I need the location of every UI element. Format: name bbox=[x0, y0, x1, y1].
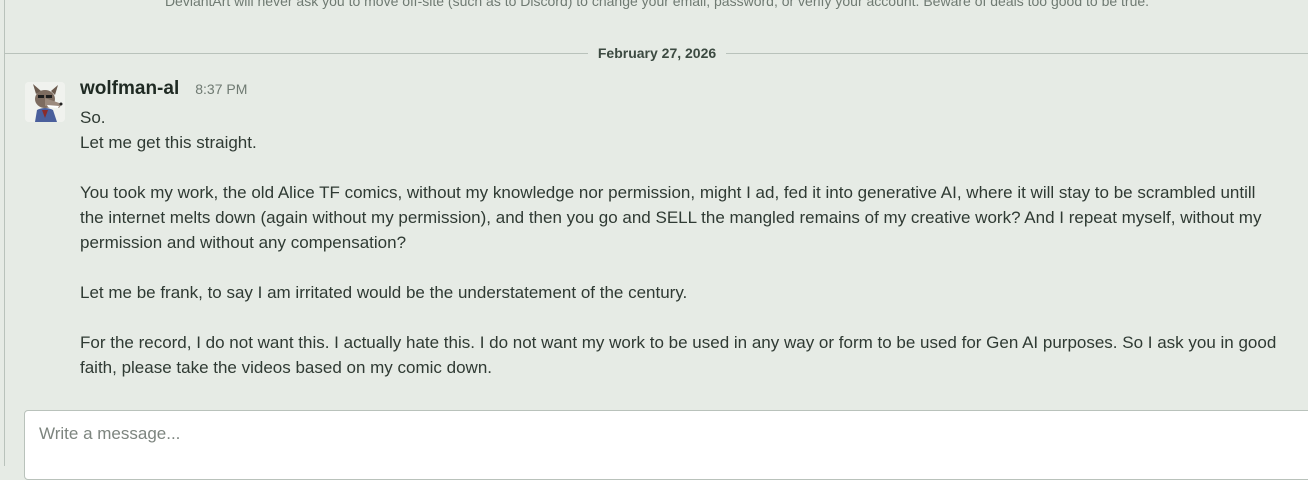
date-separator: February 27, 2026 bbox=[5, 44, 1308, 62]
message-input[interactable] bbox=[25, 411, 1308, 479]
chat-pane: DeviantArt will never ask you to move of… bbox=[4, 0, 1308, 466]
wolf-avatar-icon[interactable] bbox=[25, 82, 65, 122]
separator-line-right bbox=[726, 52, 1308, 54]
username-link[interactable]: wolfman-al bbox=[80, 78, 179, 100]
message-header: wolfman-al 8:37 PM bbox=[80, 78, 1279, 102]
separator-line-left bbox=[5, 52, 588, 54]
message-composer bbox=[24, 410, 1308, 480]
message-paragraph: Let me be frank, to say I am irritated w… bbox=[80, 283, 688, 302]
message-timestamp: 8:37 PM bbox=[195, 81, 248, 97]
message-paragraph: For the record, I do not want this. I ac… bbox=[80, 333, 1277, 377]
safety-notice: DeviantArt will never ask you to move of… bbox=[164, 0, 1150, 9]
message-body: wolfman-al 8:37 PM So. Let me get this s… bbox=[80, 78, 1279, 380]
avatar-image bbox=[25, 82, 65, 122]
message-line: Let me get this straight. bbox=[80, 133, 257, 152]
message-line: So. bbox=[80, 108, 106, 127]
message-text: So. Let me get this straight. You took m… bbox=[80, 105, 1279, 380]
message-paragraph: You took my work, the old Alice TF comic… bbox=[80, 183, 1262, 252]
date-label: February 27, 2026 bbox=[597, 45, 717, 61]
